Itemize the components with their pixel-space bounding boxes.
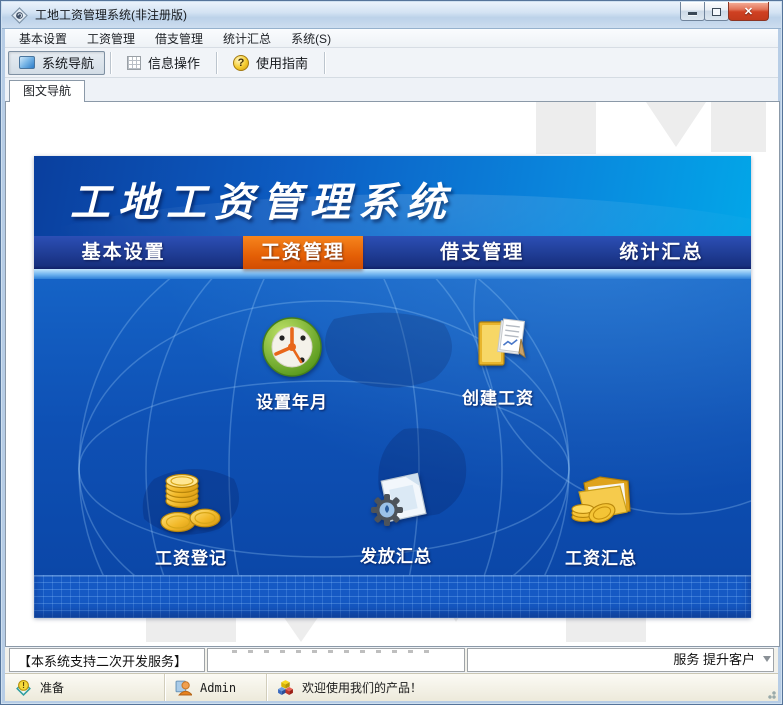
toolbar-user-guide-button[interactable]: ? 使用指南: [222, 51, 319, 75]
clock-icon: [262, 317, 322, 377]
toolbar-button-label: 信息操作: [148, 56, 201, 71]
shortcut-label: 创建工资: [462, 389, 534, 408]
marquee-right-text: 服务 提升客户: [673, 652, 755, 667]
window-title: 工地工资管理系统(非注册版): [35, 8, 187, 22]
home-tab-statistics[interactable]: 统计汇总: [572, 236, 751, 269]
banner-title: 工地工资管理系统: [70, 181, 454, 225]
marquee-middle-cell: [207, 648, 465, 672]
status-welcome-text: 欢迎使用我们的产品！: [302, 681, 423, 695]
shortcut-label: 发放汇总: [360, 547, 432, 566]
resize-grip[interactable]: [764, 687, 776, 699]
info-grid-icon: [127, 55, 142, 70]
shortcut-label: 工资登记: [155, 549, 227, 568]
home-tab-basic-settings[interactable]: 基本设置: [34, 236, 213, 269]
app-icon: [11, 7, 28, 24]
toolbar-system-navigation-button[interactable]: 系统导航: [8, 50, 106, 75]
folder-coins-icon: [571, 476, 631, 523]
folder-document-icon: [478, 318, 526, 366]
toolbar-separator: [110, 51, 112, 74]
close-button[interactable]: ✕: [728, 2, 769, 21]
ready-alert-icon: !: [16, 679, 31, 696]
tab-graphic-navigation[interactable]: 图文导航: [9, 80, 86, 102]
shortcut-label: 工资汇总: [565, 549, 637, 568]
gear-document-icon: [371, 472, 427, 526]
toolbar-button-label: 系统导航: [42, 56, 95, 71]
menu-loan-management[interactable]: 借支管理: [145, 28, 213, 49]
minimize-icon: [688, 12, 697, 15]
status-ready-text: 准备: [40, 681, 65, 695]
home-tab-label: 借支管理: [440, 242, 525, 263]
minimize-button[interactable]: [680, 2, 705, 21]
home-tab-label: 工资管理: [242, 236, 363, 269]
status-ready-section: ! 准备: [5, 674, 165, 701]
menubar: 基本设置 工资管理 借支管理 统计汇总 系统(S): [5, 29, 778, 48]
product-cubes-icon: [278, 680, 293, 695]
status-welcome-section: 欢迎使用我们的产品！: [267, 674, 778, 701]
marquee-left-text: 【本系统支持二次开发服务】: [9, 648, 205, 672]
banner: 工地工资管理系统: [34, 156, 751, 236]
marquee-right-cell: 服务 提升客户: [467, 648, 774, 672]
menu-statistics[interactable]: 统计汇总: [213, 28, 281, 49]
shortcut-set-year-month[interactable]: 设置年月: [227, 315, 357, 413]
home-tab-wage-management[interactable]: 工资管理: [213, 236, 392, 269]
shortcut-wage-registration[interactable]: 工资登记: [126, 467, 256, 569]
home-main-area: 设置年月 创建工资 工资登记 发放汇总 工资汇总: [34, 279, 751, 575]
home-tab-loan-management[interactable]: 借支管理: [393, 236, 572, 269]
maximize-icon: [712, 7, 721, 16]
titlebar[interactable]: 工地工资管理系统(非注册版) ✕: [2, 2, 781, 29]
toolbar-info-operation-button[interactable]: 信息操作: [116, 51, 211, 75]
home-nav-tabs: 基本设置 工资管理 借支管理 统计汇总: [34, 236, 751, 269]
status-user-section: Admin: [165, 674, 267, 701]
toolbar: 系统导航 信息操作 ? 使用指南: [5, 48, 778, 78]
shortcut-payout-summary[interactable]: 发放汇总: [331, 471, 461, 567]
shortcut-wage-summary[interactable]: 工资汇总: [536, 465, 666, 569]
chevron-down-icon[interactable]: [763, 656, 771, 662]
toolbar-button-label: 使用指南: [256, 56, 309, 71]
shortcut-label: 设置年月: [256, 393, 328, 412]
toolbar-separator: [216, 51, 218, 74]
maximize-button[interactable]: [704, 2, 729, 21]
toolbar-separator: [324, 51, 326, 74]
shortcut-create-wage[interactable]: 创建工资: [433, 313, 563, 409]
nav-highlight-strip: [34, 269, 751, 279]
home-panel: 工地工资管理系统 基本设置 工资管理 借支管理 统计汇总 设置年月 创建工资 工…: [34, 156, 751, 618]
tile-texture-strip: [34, 575, 751, 618]
statusbar: ! 准备 Admin 欢迎使用我们的产品！: [5, 673, 778, 701]
close-icon: ✕: [743, 5, 754, 18]
caption-buttons: ✕: [680, 2, 769, 21]
content-panel: 工地工资管理系统 基本设置 工资管理 借支管理 统计汇总 设置年月 创建工资 工…: [5, 101, 780, 647]
marquee-clipped-text: [232, 650, 434, 653]
user-icon: [175, 680, 192, 696]
app-window: 工地工资管理系统(非注册版) ✕ 基本设置 工资管理 借支管理 统计汇总 系统(…: [0, 0, 783, 705]
svg-text:!: !: [22, 680, 25, 690]
marquee-bar: 【本系统支持二次开发服务】 服务 提升客户: [5, 648, 778, 672]
home-tab-label: 基本设置: [81, 242, 166, 263]
menu-system[interactable]: 系统(S): [281, 28, 341, 49]
gold-coins-icon: [160, 473, 221, 533]
status-username: Admin: [200, 680, 237, 695]
navigator-icon: [19, 56, 35, 69]
help-glyph: ?: [237, 56, 245, 69]
home-tab-label: 统计汇总: [619, 242, 704, 263]
help-icon: ?: [233, 54, 250, 71]
menu-wage-management[interactable]: 工资管理: [77, 28, 145, 49]
menu-basic-settings[interactable]: 基本设置: [9, 28, 77, 49]
